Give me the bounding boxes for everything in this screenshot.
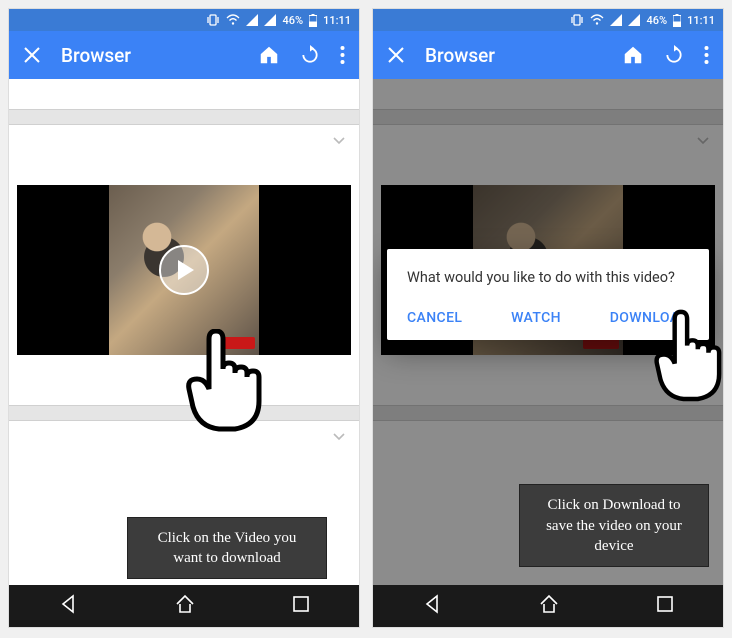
- status-bar: 46% 11:11: [373, 9, 723, 31]
- home-nav-icon[interactable]: [174, 593, 196, 619]
- live-tag: [219, 337, 255, 349]
- recent-icon[interactable]: [655, 594, 675, 618]
- signal-icon-2: [628, 14, 640, 26]
- app-title: Browser: [425, 44, 602, 67]
- video-player[interactable]: [17, 185, 351, 355]
- expand-row[interactable]: [9, 125, 359, 155]
- refresh-icon[interactable]: [664, 45, 684, 65]
- signal-icon: [610, 14, 622, 26]
- close-icon[interactable]: [387, 46, 405, 64]
- nav-bar: [373, 585, 723, 627]
- wifi-icon: [226, 14, 240, 26]
- chevron-down-icon: [331, 428, 347, 444]
- refresh-icon[interactable]: [300, 45, 320, 65]
- instruction-callout: Click on Download to save the video on y…: [519, 484, 709, 567]
- expand-row: [373, 125, 723, 155]
- battery-icon: [309, 14, 317, 27]
- app-bar: Browser: [9, 31, 359, 79]
- home-icon[interactable]: [622, 44, 644, 66]
- close-icon[interactable]: [23, 46, 41, 64]
- battery-icon: [673, 14, 681, 27]
- recent-icon[interactable]: [291, 594, 311, 618]
- wifi-icon: [590, 14, 604, 26]
- expand-row[interactable]: [9, 421, 359, 451]
- clock-time: 11:11: [687, 14, 715, 27]
- clock-time: 11:11: [323, 14, 351, 27]
- more-icon[interactable]: [340, 45, 345, 65]
- vibrate-icon: [206, 14, 220, 26]
- video-action-dialog: What would you like to do with this vide…: [387, 249, 709, 340]
- app-bar: Browser: [373, 31, 723, 79]
- page-content: [9, 79, 359, 585]
- back-icon[interactable]: [421, 593, 443, 619]
- watch-button[interactable]: WATCH: [511, 310, 561, 326]
- app-title: Browser: [61, 44, 238, 67]
- home-icon[interactable]: [258, 44, 280, 66]
- dialog-title: What would you like to do with this vide…: [407, 269, 689, 286]
- download-button[interactable]: DOWNLOAD: [610, 310, 689, 326]
- battery-percent: 46%: [282, 14, 303, 27]
- more-icon[interactable]: [704, 45, 709, 65]
- screenshot-step-1: 46% 11:11 Browser: [8, 8, 360, 628]
- chevron-down-icon: [695, 132, 711, 148]
- status-bar: 46% 11:11: [9, 9, 359, 31]
- chevron-down-icon: [331, 132, 347, 148]
- battery-percent: 46%: [646, 14, 667, 27]
- divider: [9, 109, 359, 125]
- home-nav-icon[interactable]: [538, 593, 560, 619]
- divider: [9, 405, 359, 421]
- signal-icon-2: [264, 14, 276, 26]
- cancel-button[interactable]: CANCEL: [407, 310, 462, 326]
- screenshot-step-2: 46% 11:11 Browser: [372, 8, 724, 628]
- instruction-callout: Click on the Video you want to download: [127, 517, 327, 580]
- divider: [373, 109, 723, 125]
- vibrate-icon: [570, 14, 584, 26]
- back-icon[interactable]: [57, 593, 79, 619]
- signal-icon: [246, 14, 258, 26]
- nav-bar: [9, 585, 359, 627]
- divider: [373, 405, 723, 421]
- play-icon[interactable]: [159, 245, 209, 295]
